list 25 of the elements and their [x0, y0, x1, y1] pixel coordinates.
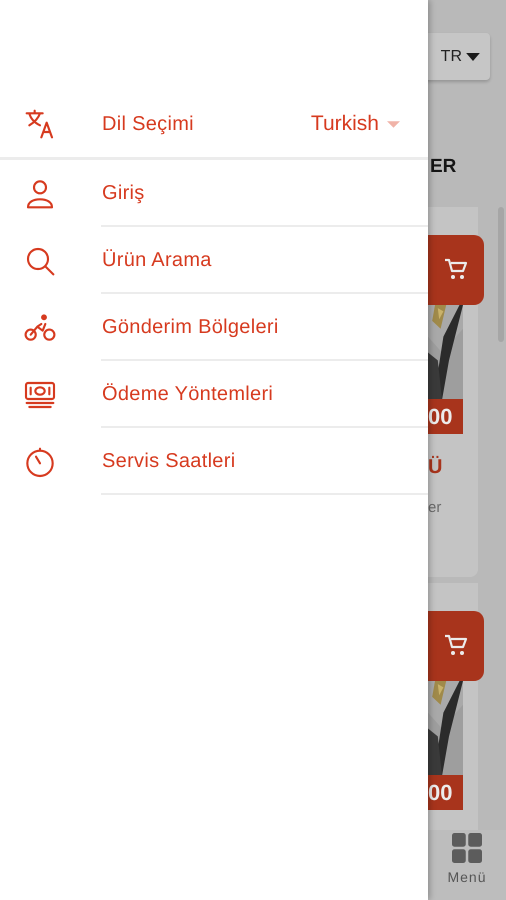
price-tag: 00	[428, 399, 463, 434]
menu-item[interactable]: Giriş	[0, 160, 428, 227]
menu-item[interactable]: Servis Saatleri	[0, 428, 428, 495]
cart-icon	[444, 258, 468, 282]
price-tag: 00	[428, 775, 463, 810]
menu-item[interactable]: Gönderim Bölgeleri	[0, 294, 428, 361]
language-label: Dil Seçimi	[102, 112, 194, 136]
cart-icon	[444, 634, 468, 658]
timer-icon	[24, 446, 56, 478]
menu-item[interactable]: Ödeme Yöntemleri	[0, 361, 428, 428]
cart-button[interactable]	[428, 235, 484, 305]
user-icon	[24, 178, 56, 210]
product-description: er	[428, 499, 442, 516]
translate-icon	[24, 108, 56, 140]
category-tab[interactable]: ER	[430, 156, 506, 186]
caret-icon	[387, 120, 400, 128]
menu-item[interactable]: Ürün Arama	[0, 227, 428, 294]
bicycle-icon	[24, 312, 56, 344]
language-dropdown[interactable]: Turkish	[310, 112, 400, 136]
caret-icon	[466, 52, 480, 60]
grid-icon	[452, 833, 482, 863]
menu-tab[interactable]: Menü	[447, 830, 487, 900]
language-button[interactable]: TR	[428, 33, 490, 80]
cart-button[interactable]	[428, 611, 484, 681]
product-title: Ü	[428, 456, 444, 479]
